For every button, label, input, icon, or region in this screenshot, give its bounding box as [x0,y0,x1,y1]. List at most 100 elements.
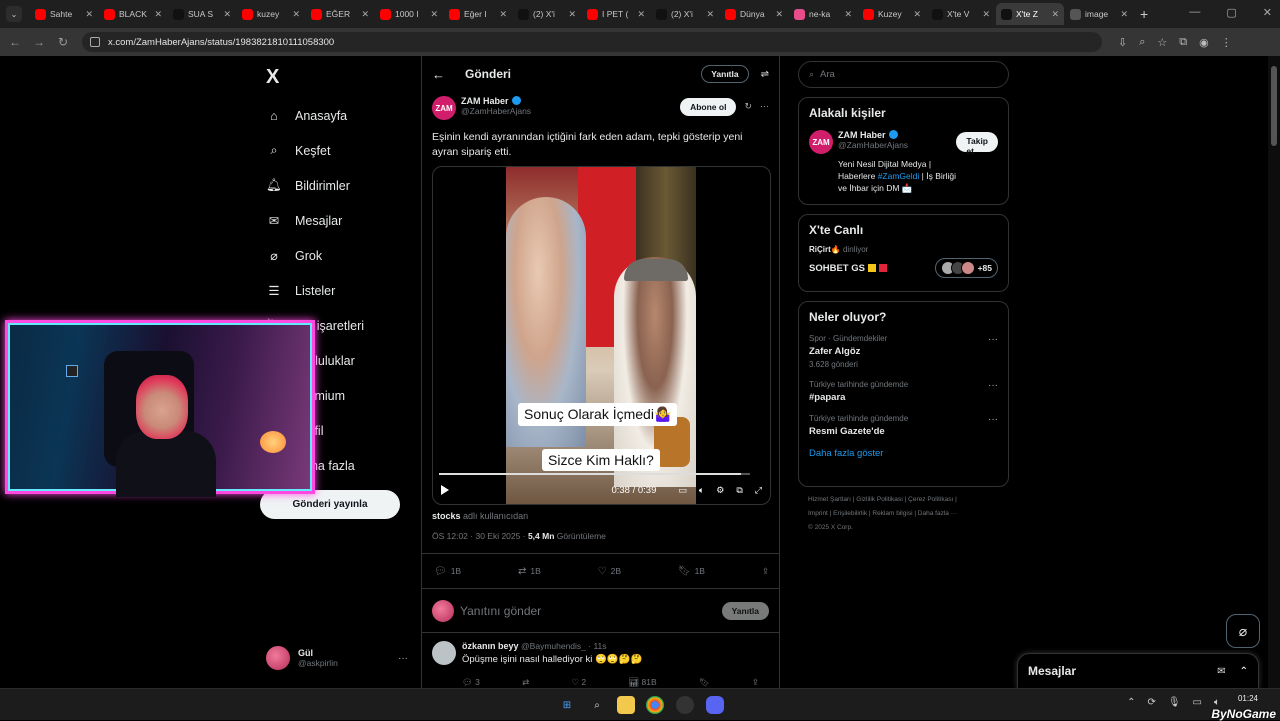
site-info-icon[interactable] [90,37,100,47]
tab-15[interactable]: image ✕ [1065,3,1133,25]
messages-dock[interactable]: Mesajlar ✉ ⌃ [1017,653,1259,688]
zoom-icon[interactable]: ⌕ [1139,36,1145,49]
tab-6[interactable]: Eğer I ✕ [444,3,512,25]
discord-icon[interactable] [706,696,724,714]
close-tab-icon[interactable]: ✕ [1120,9,1128,20]
trend-item[interactable]: Türkiye tarihinde gündemde Resmi Gazete'd… [809,414,998,437]
play-icon[interactable] [441,485,449,495]
close-tab-icon[interactable]: ✕ [637,9,645,20]
extensions-icon[interactable]: ⧉ [1179,36,1187,49]
bookmark-action[interactable]: 🔖︎ 1B [678,566,705,577]
close-tab-icon[interactable]: ✕ [361,9,369,20]
reply-input[interactable]: Yanıtını gönder [460,604,541,618]
sidebar-item-4[interactable]: ⌀ Grok [266,238,364,273]
new-message-icon[interactable]: ✉ [1217,666,1225,677]
reply-icon[interactable]: 💬︎ 3 [462,677,480,688]
reply-item[interactable]: özkanın beyy @Baymuhendis_ · 11s Öpüşme … [422,633,779,688]
bookmark-icon[interactable]: 🔖︎ [699,677,710,688]
author-handle[interactable]: @ZamHaberAjans [461,106,531,116]
grok-button[interactable]: ⌀ [1226,614,1260,648]
tab-0[interactable]: Sahte ✕ [30,3,98,25]
close-tab-icon[interactable]: ✕ [706,9,714,20]
follow-button[interactable]: Takip et [956,132,998,156]
share-icon[interactable]: ⇪ [752,677,759,688]
post-time[interactable]: ÖS 12:02 · 30 Eki 2025 · [432,531,526,541]
chevron-up-icon[interactable]: ⌃ [1127,697,1135,708]
close-tab-icon[interactable]: ✕ [85,9,93,20]
start-icon[interactable]: ⊞ [558,696,576,714]
sidebar-item-1[interactable]: ⌕ Keşfet [266,133,364,168]
related-name[interactable]: ZAM Haber [838,130,886,140]
footer-line[interactable]: Imprint | Erişilebilirlik | Reklam bilgi… [808,507,999,521]
tab-8[interactable]: I PET (✕ [582,3,650,25]
repost-icon[interactable]: ⇄ [522,677,529,688]
share-icon[interactable]: ⇪ [762,566,769,577]
close-tab-icon[interactable]: ✕ [154,9,162,20]
url-field[interactable]: x.com/ZamHaberAjans/status/1983821810111… [82,32,1102,52]
close-tab-icon[interactable]: ✕ [982,9,990,20]
settings-gear-icon[interactable]: ⚙︎ [716,485,724,496]
trend-item[interactable]: Türkiye tarihinde gündemde #papara ··· [809,380,998,403]
profile-avatar[interactable]: ◉ [1199,36,1209,49]
chrome-icon[interactable] [646,696,664,714]
tab-4[interactable]: EĞER ✕ [306,3,374,25]
views-icon[interactable]: 📊︎ 81B [628,677,656,688]
host-name[interactable]: RiÇirt🔥 [809,245,841,254]
reply-pill-button[interactable]: Yanıtla [701,65,749,83]
scrollbar-thumb[interactable] [1271,66,1277,146]
author-name[interactable]: ZAM Haber [461,96,509,106]
forward-icon[interactable]: → [30,35,48,49]
trend-item[interactable]: Spor · Gündemdekiler Zafer Algöz 3.628 gön… [809,334,998,369]
avatar[interactable] [432,641,456,665]
author-avatar[interactable]: ZAM [809,130,833,154]
sidebar-item-3[interactable]: ✉ Mesajlar [266,203,364,238]
heart-icon[interactable]: ♡ 2 [571,677,586,688]
back-icon[interactable]: ← [6,35,24,49]
scrollbar[interactable] [1268,56,1280,688]
maximize-icon[interactable]: ▢ [1226,6,1236,19]
obs-icon[interactable] [676,696,694,714]
related-person[interactable]: ZAM ZAM Haber @ZamHaberAjans Yeni Nesil … [809,130,998,194]
footer-line[interactable]: Hizmet Şartları | Gizlilik Politikası | … [808,493,999,507]
show-more-link[interactable]: Daha fazla göster [809,448,998,459]
more-dots-icon[interactable]: ··· [760,101,769,111]
network-icon[interactable]: ▭ [1193,697,1202,708]
post-button[interactable]: Gönderi yayınla [260,490,400,519]
clock[interactable]: 01:24 [1238,693,1258,704]
tab-search-button[interactable]: ⌄ [6,6,22,22]
sidebar-item-5[interactable]: ☰ Listeler [266,273,364,308]
tab-3[interactable]: kuzey ✕ [237,3,305,25]
more-dots-icon[interactable]: ··· [988,380,998,403]
account-switcher[interactable]: Gül @askpirlin ··· [266,646,408,670]
close-tab-icon[interactable]: ✕ [223,9,231,20]
like-action[interactable]: ♡ 2B [598,566,621,577]
source-user-link[interactable]: stocks [432,511,461,521]
tab-10[interactable]: Dünya ✕ [720,3,788,25]
more-dots-icon[interactable]: ··· [398,653,408,664]
tab-14[interactable]: X'te Z ✕ [996,3,1064,25]
reply-author-handle[interactable]: @Baymuhendis_ · 11s [521,641,607,651]
tab-2[interactable]: SUA S ✕ [168,3,236,25]
minimize-icon[interactable]: — [1189,6,1200,19]
close-tab-icon[interactable]: ✕ [844,9,852,20]
reply-action[interactable]: 💬︎ 1B [434,566,461,577]
search-input[interactable]: ⌕ Ara [798,61,1009,88]
video-player[interactable]: Sonuç Olarak İçmedi🤷‍♀️ Sizce Kim Haklı?… [432,166,771,505]
search-icon[interactable]: ⌕ [588,696,606,714]
install-icon[interactable]: ⇩ [1118,36,1127,49]
tab-5[interactable]: 1000 I ✕ [375,3,443,25]
file-explorer-icon[interactable] [617,696,635,714]
captions-icon[interactable]: ▭ [678,485,687,496]
author-avatar[interactable]: ZAM [432,96,456,120]
video-progress-bar[interactable] [439,473,750,475]
volume-icon[interactable]: 🔈︎ [699,485,704,496]
more-dots-icon[interactable]: ··· [988,334,998,369]
more-dots-icon[interactable]: ··· [988,414,998,437]
sidebar-item-2[interactable]: 🔔︎ Bildirimler [266,168,364,203]
repost-action[interactable]: ⇄ 1B [518,566,541,577]
tab-12[interactable]: Kuzey ✕ [858,3,926,25]
new-tab-button[interactable]: + [1140,6,1148,22]
close-tab-icon[interactable]: ✕ [1051,9,1059,20]
close-window-icon[interactable]: ✕ [1263,6,1272,19]
close-tab-icon[interactable]: ✕ [568,9,576,20]
